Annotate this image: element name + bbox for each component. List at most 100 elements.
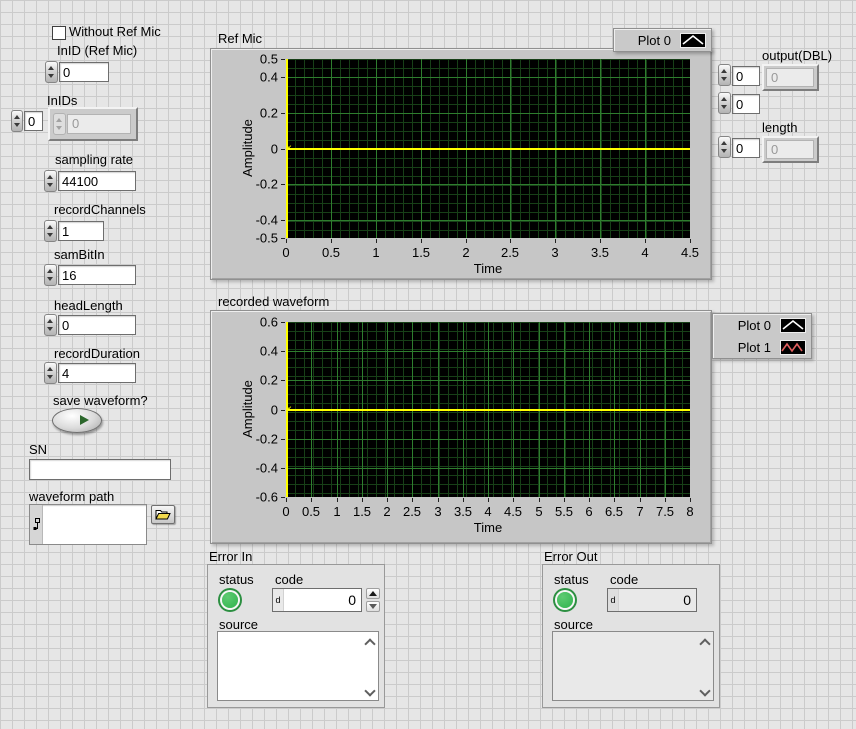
x-tick-mark [555,239,556,243]
error-in-title: Error In [209,550,252,564]
x-tick-label: 5.5 [555,504,573,519]
error-in-status-led[interactable] [222,592,238,608]
plot-zero-line [286,148,690,150]
sampling-rate-spinner[interactable] [44,170,57,192]
x-tick-mark [311,498,312,502]
sn-input[interactable] [29,459,171,480]
y-tick-label: -0.2 [240,177,278,192]
y-tick-mark [281,220,285,221]
grid-major-line [286,439,690,440]
error-out-code-label: code [610,573,638,587]
without-ref-mic-checkbox[interactable] [52,26,66,40]
x-tick-mark [589,498,590,502]
legend-entry[interactable]: Plot 0 [614,29,711,51]
record-duration-input[interactable] [58,363,136,383]
x-tick-mark [640,498,641,502]
sam-bit-in-input[interactable] [58,265,136,285]
x-tick-mark [412,498,413,502]
labview-front-panel: Without Ref Mic InID (Ref Mic) InIDs 0 s… [0,0,856,729]
length-index-spinner[interactable] [718,136,731,158]
y-tick-mark [281,59,285,60]
x-tick-label: 0.5 [302,504,320,519]
inid-input[interactable] [59,62,109,82]
legend-entry[interactable]: Plot 1 [713,336,811,358]
radix-indicator: d [608,589,619,611]
save-waveform-toggle-button[interactable] [52,408,102,433]
error-out-code-value: 0 [683,592,696,608]
error-in-code-decrement-button[interactable] [366,601,380,612]
x-tick-label: 7 [636,504,643,519]
folder-open-icon [155,509,171,520]
y-tick-label: -0.4 [240,213,278,228]
x-tick-label: 2.5 [403,504,421,519]
record-channels-spinner[interactable] [44,220,57,242]
x-tick-mark [331,239,332,243]
sam-bit-in-label: samBitIn [54,248,105,262]
record-duration-spinner[interactable] [44,362,57,384]
x-tick-mark [690,239,691,243]
output-dbl-index1-input[interactable] [732,66,760,86]
path-type-strip [30,505,43,544]
x-tick-mark [387,498,388,502]
output-dbl-index1-spinner[interactable] [718,64,731,86]
radix-indicator[interactable]: d [273,589,284,611]
y-tick-label: 0.4 [240,344,278,359]
error-in-status-label: status [219,573,254,587]
output-dbl-label: output(DBL) [762,49,832,63]
grid-major-line [286,468,690,469]
ref-mic-plot-area[interactable]: × [286,59,690,238]
output-dbl-index2-spinner[interactable] [718,92,731,114]
error-in-code-label: code [275,573,303,587]
y-tick-mark [281,497,285,498]
x-tick-mark [362,498,363,502]
y-tick-label: 0 [240,142,278,157]
waveform-path-input[interactable] [29,504,147,545]
legend-entry-label: Plot 0 [738,318,771,333]
record-channels-input[interactable] [58,221,104,241]
x-tick-label: 3 [434,504,441,519]
y-tick-label: -0.5 [240,231,278,246]
grid-major-line [286,380,690,381]
inids-element-value[interactable]: 0 [67,114,131,134]
inid-spinner[interactable] [45,61,58,83]
legend-entry[interactable]: Plot 0 [713,314,811,336]
sam-bit-in-spinner[interactable] [44,264,57,286]
error-in-code-increment-button[interactable] [366,588,380,599]
head-length-input[interactable] [58,315,136,335]
plot-style-icon[interactable] [680,33,706,48]
x-tick-label: 6 [585,504,592,519]
head-length-spinner[interactable] [44,314,57,336]
inids-index-input[interactable] [24,111,43,131]
sampling-rate-input[interactable] [58,171,136,191]
error-out-code-field: d 0 [607,588,697,612]
plot-style-icon[interactable] [780,318,806,333]
x-tick-label: 0 [282,245,289,260]
x-tick-label: 6.5 [605,504,623,519]
x-tick-label: 4 [484,504,491,519]
inids-index-spinner[interactable] [11,110,23,132]
y-tick-label: 0.2 [240,373,278,388]
browse-path-button[interactable] [151,505,175,524]
error-in-code-field[interactable]: d 0 [272,588,362,612]
x-tick-mark [665,498,666,502]
y-tick-label: 0.4 [240,70,278,85]
x-tick-label: 8 [686,504,693,519]
recorded-waveform-plot-area[interactable]: × [286,322,690,497]
y-tick-mark [281,77,285,78]
record-duration-label: recordDuration [54,347,140,361]
x-tick-label: 0 [282,504,289,519]
y-tick-mark [281,184,285,185]
plot-style-icon[interactable] [780,340,806,355]
x-tick-label: 1 [333,504,340,519]
error-in-source-textarea[interactable] [217,631,379,701]
y-tick-mark [281,351,285,352]
x-tick-mark [690,498,691,502]
x-tick-label: 3 [551,245,558,260]
output-dbl-index2-input[interactable] [732,94,760,114]
length-index-input[interactable] [732,138,760,158]
inids-element-spinner[interactable] [53,113,66,135]
x-tick-mark [600,239,601,243]
x-tick-label: 3.5 [591,245,609,260]
y-tick-label: 0.5 [240,52,278,67]
x-tick-label: 1 [372,245,379,260]
